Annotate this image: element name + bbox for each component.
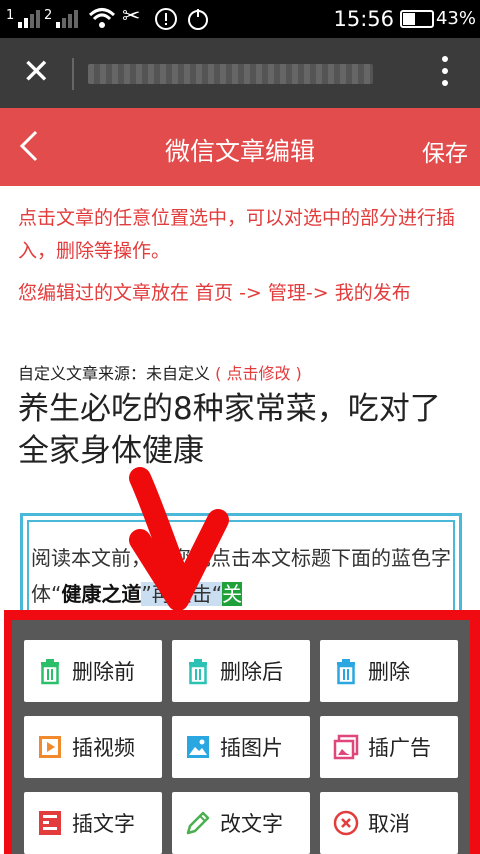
status-bar: 1 2 ✂ 15:56 43% [0, 0, 480, 38]
app-header: 微信文章编辑 保存 [0, 108, 480, 186]
instruction-text: 点击文章的任意位置选中，可以对选中的部分进行插入，删除等操作。 [18, 207, 456, 262]
selected-text: ”再点击“ [141, 582, 223, 606]
cancel-icon [332, 809, 360, 837]
battery-percent: 43% [435, 8, 476, 29]
browser-toolbar: ✕ [0, 38, 480, 108]
signal-icon [18, 10, 40, 28]
action-panel-highlight: 删除前 删除后 删除插视频 插图片 插广告插文字 改文字 取消 经验 [4, 610, 480, 854]
action-button[interactable]: 删除后 [172, 640, 310, 702]
quote-block[interactable]: 阅读本文前，请您先点击本文标题下面的蓝色字体“健康之道”再点击“关 [20, 513, 462, 623]
source-label: 自定义文章来源：未自定义 [18, 364, 211, 383]
edit-source-link[interactable]: ( 点击修改 ) [215, 364, 302, 383]
action-button[interactable]: 插图片 [172, 716, 310, 778]
trash-icon [184, 657, 212, 685]
action-button[interactable]: 插广告 [320, 716, 458, 778]
action-label: 插图片 [220, 736, 283, 760]
archive-hint-text: 您编辑过的文章放在 首页 -> 管理-> 我的发布 [18, 282, 411, 304]
video-icon [36, 733, 64, 761]
image-icon [184, 733, 212, 761]
clock: 15:56 [333, 7, 394, 31]
action-label: 插广告 [368, 736, 431, 760]
action-label: 删除前 [72, 660, 135, 684]
trash-icon [36, 657, 64, 685]
article-source: 自定义文章来源：未自定义 ( 点击修改 ) [18, 360, 302, 384]
action-label: 取消 [368, 812, 410, 836]
alert-icon [155, 8, 177, 30]
action-button[interactable]: 改文字 [172, 792, 310, 854]
action-panel: 删除前 删除后 删除插视频 插图片 插广告插文字 改文字 取消 经验 [12, 620, 470, 854]
action-button[interactable]: 插视频 [24, 716, 162, 778]
close-icon[interactable]: ✕ [22, 52, 51, 92]
action-label: 删除 [368, 660, 410, 684]
pencil-icon [184, 809, 212, 837]
overflow-menu-icon[interactable] [442, 56, 448, 92]
scissors-icon: ✂ [122, 4, 141, 29]
action-label: 改文字 [220, 812, 283, 836]
action-button[interactable]: 删除 [320, 640, 458, 702]
sim2-signal-label: 2 [44, 8, 53, 23]
quote-bold: 健康之道 [61, 582, 142, 606]
action-button[interactable]: 插文字 [24, 792, 162, 854]
url-bar[interactable] [88, 64, 373, 84]
action-label: 插文字 [72, 812, 135, 836]
watermark: 经验 [424, 819, 452, 835]
quote-text[interactable]: 阅读本文前，请您先点击本文标题下面的蓝色字体“健康之道”再点击“关 [31, 540, 461, 612]
article-title[interactable]: 养生必吃的8种家常菜，吃对了全家身体健康 [18, 388, 468, 472]
power-save-icon [188, 9, 208, 30]
signal-icon [56, 10, 78, 28]
action-label: 插视频 [72, 736, 135, 760]
trash-icon [332, 657, 360, 685]
battery-icon [400, 10, 434, 28]
sim1-signal-label: 1 [6, 8, 15, 23]
action-button[interactable]: 删除前 [24, 640, 162, 702]
ad-icon [332, 733, 360, 761]
text-icon [36, 809, 64, 837]
action-label: 删除后 [220, 660, 283, 684]
save-button[interactable]: 保存 [422, 134, 468, 168]
toolbar-divider [72, 58, 74, 90]
highlighted-text: 关 [222, 582, 243, 606]
page-title: 微信文章编辑 [164, 137, 315, 166]
wifi-icon [88, 8, 116, 28]
